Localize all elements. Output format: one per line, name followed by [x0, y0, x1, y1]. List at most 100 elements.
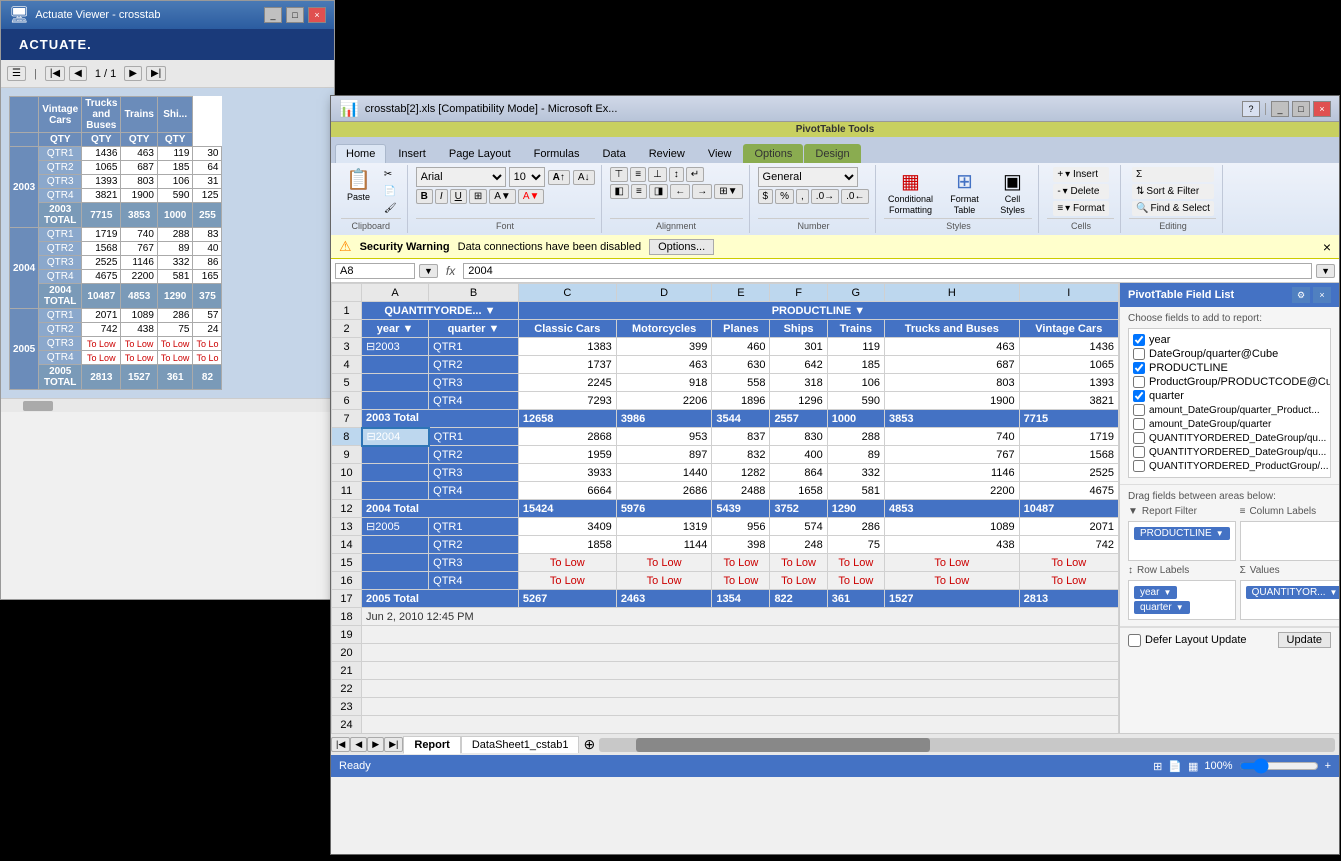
cell-b5[interactable]: QTR3 — [429, 374, 519, 392]
update-button[interactable]: Update — [1278, 632, 1331, 648]
prev-page-btn[interactable]: ◀ — [69, 66, 87, 81]
cell-f2[interactable]: Ships — [770, 320, 827, 338]
cell-c1[interactable]: PRODUCTLINE ▼ — [518, 302, 1118, 320]
cell-a4[interactable] — [362, 356, 429, 374]
conditional-formatting-button[interactable]: ▦ Conditional Formatting — [884, 167, 936, 218]
paste-button[interactable]: 📋 Paste — [341, 167, 376, 205]
find-select-button[interactable]: 🔍 Find & Select — [1132, 201, 1214, 216]
cell-c2[interactable]: Classic Cars — [518, 320, 616, 338]
cell-reference-box[interactable] — [335, 263, 415, 279]
col-i-header[interactable]: I — [1019, 284, 1118, 302]
cell-a7[interactable]: 2003 Total — [362, 410, 519, 428]
pivot-field-qty3-checkbox[interactable] — [1133, 460, 1145, 472]
year-tag[interactable]: year ▼ — [1134, 586, 1177, 599]
cell-a5[interactable] — [362, 374, 429, 392]
tab-data[interactable]: Data — [591, 144, 636, 163]
tab-options[interactable]: Options — [743, 144, 803, 163]
underline-btn[interactable]: U — [450, 189, 467, 204]
align-center-btn[interactable]: ≡ — [631, 184, 647, 199]
excel-max-btn[interactable]: □ — [1292, 101, 1310, 117]
tab-page-layout[interactable]: Page Layout — [438, 144, 522, 163]
prev-tab-btn[interactable]: ◀ — [350, 737, 367, 752]
tab-formulas[interactable]: Formulas — [523, 144, 591, 163]
font-selector[interactable]: Arial — [416, 167, 506, 187]
italic-btn[interactable]: I — [435, 189, 448, 204]
align-bottom-btn[interactable]: ⊥ — [648, 167, 667, 182]
cell-g3[interactable]: 119 — [827, 338, 884, 356]
merge-center-btn[interactable]: ⊞▼ — [714, 184, 742, 199]
pivot-field-amount2-checkbox[interactable] — [1133, 418, 1145, 430]
border-btn[interactable]: ⊞ — [469, 189, 487, 204]
report-filter-drop-zone[interactable]: PRODUCTLINE ▼ — [1128, 521, 1236, 561]
increase-indent-btn[interactable]: → — [692, 184, 712, 199]
layout-icon[interactable]: ⊞ — [1153, 760, 1162, 773]
security-close-icon[interactable]: × — [1323, 239, 1331, 255]
tab-design[interactable]: Design — [804, 144, 860, 163]
last-page-btn[interactable]: ▶| — [146, 66, 166, 81]
text-direction-btn[interactable]: ↕ — [669, 167, 684, 182]
copy-button[interactable]: 📄 — [380, 184, 401, 199]
cell-g2[interactable]: Trains — [827, 320, 884, 338]
cell-b3[interactable]: QTR1 — [429, 338, 519, 356]
security-options-button[interactable]: Options... — [649, 239, 714, 255]
font-color-btn[interactable]: A▼ — [518, 189, 545, 204]
page-layout-icon[interactable]: 📄 — [1168, 760, 1182, 773]
cell-b8[interactable]: QTR1 — [429, 428, 519, 446]
font-size-selector[interactable]: 10 — [509, 167, 545, 187]
cell-b2[interactable]: quarter ▼ — [429, 320, 519, 338]
grid-scroll-area[interactable]: A B C D E F G H I 1 QUANTITYO — [331, 283, 1119, 733]
percent-btn[interactable]: % — [775, 189, 794, 204]
pivot-field-productgroup[interactable]: ProductGroup/PRODUCTCODE@Cube — [1133, 375, 1326, 389]
horizontal-scrollbar[interactable] — [1, 398, 334, 412]
col-b-header[interactable]: B — [429, 284, 519, 302]
cell-h3[interactable]: 463 — [884, 338, 1019, 356]
align-top-btn[interactable]: ⊤ — [610, 167, 629, 182]
next-tab-btn[interactable]: ▶ — [367, 737, 384, 752]
tab-insert-icon[interactable]: ⊕ — [583, 736, 595, 753]
pivot-field-productgroup-checkbox[interactable] — [1133, 376, 1145, 388]
productline-tag[interactable]: PRODUCTLINE ▼ — [1134, 527, 1230, 540]
cell-b6[interactable]: QTR4 — [429, 392, 519, 410]
col-d-header[interactable]: D — [616, 284, 712, 302]
cell-d3[interactable]: 399 — [616, 338, 712, 356]
sheet-tab-report[interactable]: Report — [403, 736, 460, 754]
excel-close-btn[interactable]: × — [1313, 101, 1331, 117]
col-c-header[interactable]: C — [518, 284, 616, 302]
cell-a2[interactable]: year ▼ — [362, 320, 429, 338]
increase-decimal-btn[interactable]: .0→ — [811, 189, 839, 204]
sheet-tab-datasheet[interactable]: DataSheet1_cstab1 — [461, 736, 580, 753]
cell-d2[interactable]: Motorcycles — [616, 320, 712, 338]
cell-a3[interactable]: ⊟2003 — [362, 338, 429, 356]
next-page-btn[interactable]: ▶ — [124, 66, 142, 81]
format-table-button[interactable]: ⊞ Format Table — [940, 167, 988, 218]
col-f-header[interactable]: F — [770, 284, 827, 302]
menu-btn[interactable]: ☰ — [7, 66, 26, 81]
align-middle-btn[interactable]: ≡ — [630, 167, 646, 182]
pivot-field-productline-checkbox[interactable] — [1133, 362, 1145, 374]
tab-home[interactable]: Home — [335, 144, 386, 163]
cell-e3[interactable]: 460 — [712, 338, 770, 356]
pivot-panel-settings-btn[interactable]: ⚙ — [1292, 287, 1310, 303]
cell-a1[interactable]: QUANTITYORDE... ▼ — [362, 302, 519, 320]
col-g-header[interactable]: G — [827, 284, 884, 302]
column-labels-drop-zone[interactable] — [1240, 521, 1339, 561]
cell-h2[interactable]: Trucks and Buses — [884, 320, 1019, 338]
wrap-text-btn[interactable]: ↵ — [686, 167, 704, 182]
formula-expand-right-btn[interactable]: ▼ — [1316, 264, 1335, 278]
pivot-field-qty2-checkbox[interactable] — [1133, 446, 1145, 458]
sort-filter-button[interactable]: ⇅ Sort & Filter — [1132, 184, 1214, 199]
pivot-field-qty1-checkbox[interactable] — [1133, 432, 1145, 444]
quantityor-tag[interactable]: QUANTITYOR... ▼ — [1246, 586, 1339, 599]
format-painter-button[interactable]: 🖌 — [380, 201, 401, 216]
delete-cells-button[interactable]: - ▾ Delete — [1053, 184, 1108, 199]
pivot-field-amount1-checkbox[interactable] — [1133, 404, 1145, 416]
col-e-header[interactable]: E — [712, 284, 770, 302]
horizontal-scrollbar-excel[interactable] — [599, 738, 1335, 752]
formula-expand-btn[interactable]: ▼ — [419, 264, 438, 278]
increase-font-btn[interactable]: A↑ — [548, 170, 570, 185]
zoom-slider[interactable] — [1239, 760, 1319, 772]
decrease-indent-btn[interactable]: ← — [670, 184, 690, 199]
tab-view[interactable]: View — [697, 144, 743, 163]
last-tab-btn[interactable]: ▶| — [384, 737, 403, 752]
maximize-btn[interactable]: □ — [286, 7, 304, 23]
